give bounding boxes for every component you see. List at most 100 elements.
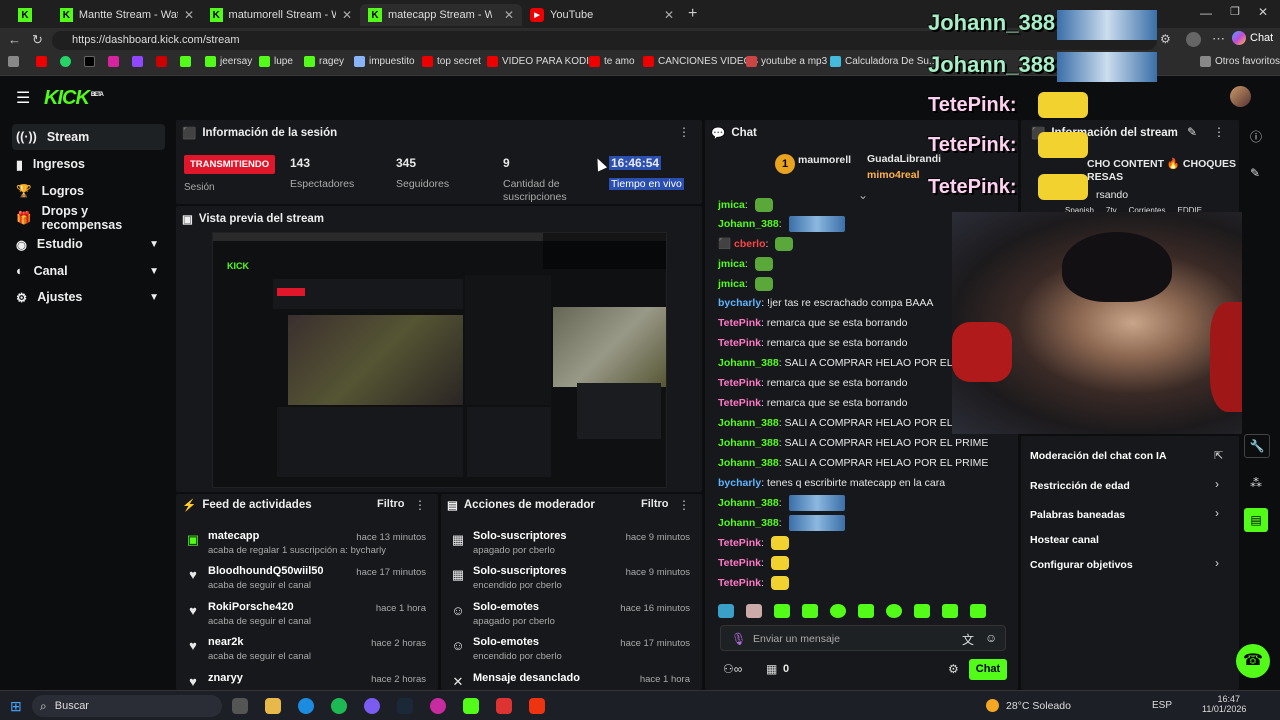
feed-user[interactable]: RokiPorsche420	[208, 601, 294, 613]
maximize-icon[interactable]: ❐	[1230, 5, 1240, 18]
chat-user[interactable]: TetePink	[718, 337, 761, 349]
users-icon[interactable]: ⚇∞	[723, 662, 742, 676]
emote-icon[interactable]	[942, 604, 958, 618]
emote-icon[interactable]	[802, 604, 818, 618]
task-view-icon[interactable]	[232, 698, 248, 714]
sidebar-item-logros[interactable]: 🏆 Logros	[12, 178, 165, 204]
close-window-icon[interactable]: ✕	[1258, 5, 1268, 19]
stream-category[interactable]: rsando	[1096, 189, 1128, 201]
spotify-icon[interactable]	[331, 698, 347, 714]
more-icon[interactable]: ⋮	[678, 125, 690, 139]
back-icon[interactable]: ←	[8, 32, 21, 47]
feed-user[interactable]: near2k	[208, 636, 243, 648]
tab-mantte[interactable]: K Mantte Stream - Watch Live o ✕	[52, 4, 202, 26]
chat-user[interactable]: Johann_388	[718, 517, 779, 529]
sidebar-item-stream[interactable]: ((·)) Stream	[12, 124, 165, 150]
emote-icon[interactable]	[774, 604, 790, 618]
bookmark-otros[interactable]: Otros favoritos	[1200, 56, 1280, 67]
chat-user[interactable]: cberlo	[734, 238, 766, 250]
menu-host-channel[interactable]: Hostear canal	[1030, 534, 1099, 546]
mod-filter-button[interactable]: Filtro	[641, 498, 669, 510]
emote-icon[interactable]	[718, 604, 734, 618]
more-icon[interactable]: ⋮	[678, 498, 690, 512]
chat-user[interactable]: TetePink	[718, 537, 761, 549]
wrench-icon[interactable]: 🔧	[1244, 434, 1270, 458]
bookmark-top-secret[interactable]: top secret	[422, 56, 481, 67]
emote-icon[interactable]	[970, 604, 986, 618]
translate-icon[interactable]: 文	[962, 631, 974, 648]
support-icon[interactable]: ☎	[1236, 644, 1270, 678]
chat-user[interactable]: Johann_388	[718, 357, 779, 369]
feed-user[interactable]: BloodhoundQ50wiil50	[208, 565, 324, 577]
user-avatar[interactable]	[1230, 86, 1251, 107]
bookmark-te-amo[interactable]: te amo	[589, 56, 635, 67]
close-icon[interactable]: ✕	[504, 8, 514, 22]
bookmark-ragey[interactable]: ragey	[304, 56, 344, 67]
emote-icon[interactable]	[914, 604, 930, 618]
chat-user[interactable]: bycharly	[718, 297, 761, 309]
gift-icon[interactable]: ▦	[766, 662, 777, 676]
chat-user[interactable]: jmica	[718, 278, 745, 290]
sidebar-item-estudio[interactable]: ◉ Estudio ▼	[12, 231, 165, 257]
bookmark-youtube[interactable]	[36, 56, 47, 67]
send-chat-button[interactable]: Chat	[969, 659, 1007, 680]
emote-icon[interactable]	[746, 604, 762, 618]
kick-icon[interactable]	[463, 698, 479, 714]
chat-user[interactable]: Johann_388	[718, 417, 779, 429]
chat-user[interactable]: jmica	[718, 258, 745, 270]
edit-icon[interactable]: ✎	[1250, 166, 1260, 180]
bookmark-icon-1[interactable]	[8, 56, 19, 67]
chat-user[interactable]: TetePink	[718, 577, 761, 589]
chevron-right-icon[interactable]: ›	[1215, 556, 1219, 570]
reload-icon[interactable]: ↻	[32, 32, 43, 48]
kick-logo[interactable]: KICK BETA	[44, 87, 104, 110]
windows-start-icon[interactable]: ⊞	[10, 698, 22, 715]
bookmark-kick[interactable]	[180, 56, 191, 67]
collapse-icon[interactable]: ⌄	[858, 188, 868, 202]
edit-icon[interactable]: ✎	[1187, 125, 1197, 139]
close-icon[interactable]: ✕	[664, 8, 674, 22]
extensions-icon[interactable]: ⚙	[1160, 32, 1171, 46]
bookmark-whatsapp[interactable]	[60, 56, 71, 67]
taskbar-search[interactable]: ⌕ Buscar	[32, 695, 222, 717]
bookmark-mp3[interactable]: youtube a mp3	[746, 56, 827, 67]
bookmark-calculadora[interactable]: Calculadora De Su...	[830, 56, 937, 67]
gear-icon[interactable]: ⚙	[948, 662, 959, 676]
sidebar-item-drops[interactable]: 🎁 Drops y recompensas	[12, 204, 165, 232]
chat-user[interactable]: TetePink	[718, 397, 761, 409]
app-icon[interactable]	[430, 698, 446, 714]
emote-icon[interactable]	[886, 604, 902, 618]
sidebar-item-ajustes[interactable]: ⚙ Ajustes ▼	[12, 284, 165, 310]
bookmark-kodi[interactable]: VIDEO PARA KODI...	[487, 56, 597, 67]
tab-youtube[interactable]: ▶ YouTube ✕	[522, 4, 682, 26]
minimize-icon[interactable]: —	[1200, 6, 1212, 20]
clapper-icon[interactable]: ▤	[1244, 508, 1268, 532]
chat-user[interactable]: Johann_388	[718, 218, 779, 230]
chat-user[interactable]: Johann_388	[718, 457, 779, 469]
file-explorer-icon[interactable]	[265, 698, 281, 714]
bookmark-twitch[interactable]	[132, 56, 143, 67]
menu-banned-words[interactable]: Palabras baneadas	[1030, 509, 1125, 521]
sidebar-item-canal[interactable]: ◐ Canal ▼	[12, 258, 165, 284]
emote-icon[interactable]	[858, 604, 874, 618]
feed-user[interactable]: matecapp	[208, 530, 259, 542]
tab-matumorell[interactable]: Kmatumorell Stream - Watch Live o ✕	[202, 4, 360, 26]
chat-user[interactable]: TetePink	[718, 317, 761, 329]
tab-kick-pinned[interactable]: K	[10, 4, 50, 26]
hamburger-menu-icon[interactable]: ☰	[16, 88, 30, 108]
bookmark-instagram[interactable]	[108, 56, 119, 67]
menu-ai-moderation[interactable]: Moderación del chat con IA	[1030, 450, 1167, 462]
tab-matecapp[interactable]: Kmatecapp Stream - Watch Live o ✕	[360, 4, 522, 26]
close-icon[interactable]: ✕	[342, 8, 352, 22]
mic-icon[interactable]: 🎙	[731, 632, 746, 646]
app-icon[interactable]	[496, 698, 512, 714]
clock[interactable]: 16:47 11/01/2026	[1202, 694, 1246, 714]
menu-icon[interactable]: ⋯	[1212, 31, 1225, 47]
edge-icon[interactable]	[298, 698, 314, 714]
nodes-icon[interactable]: ⁂	[1250, 476, 1262, 490]
info-icon[interactable]: ⓘ	[1250, 128, 1262, 145]
app-icon[interactable]	[529, 698, 545, 714]
emote-icon[interactable]	[830, 604, 846, 618]
close-icon[interactable]: ✕	[184, 8, 194, 22]
bookmark-canciones[interactable]: CANCIONES VIDEOS	[643, 56, 758, 67]
